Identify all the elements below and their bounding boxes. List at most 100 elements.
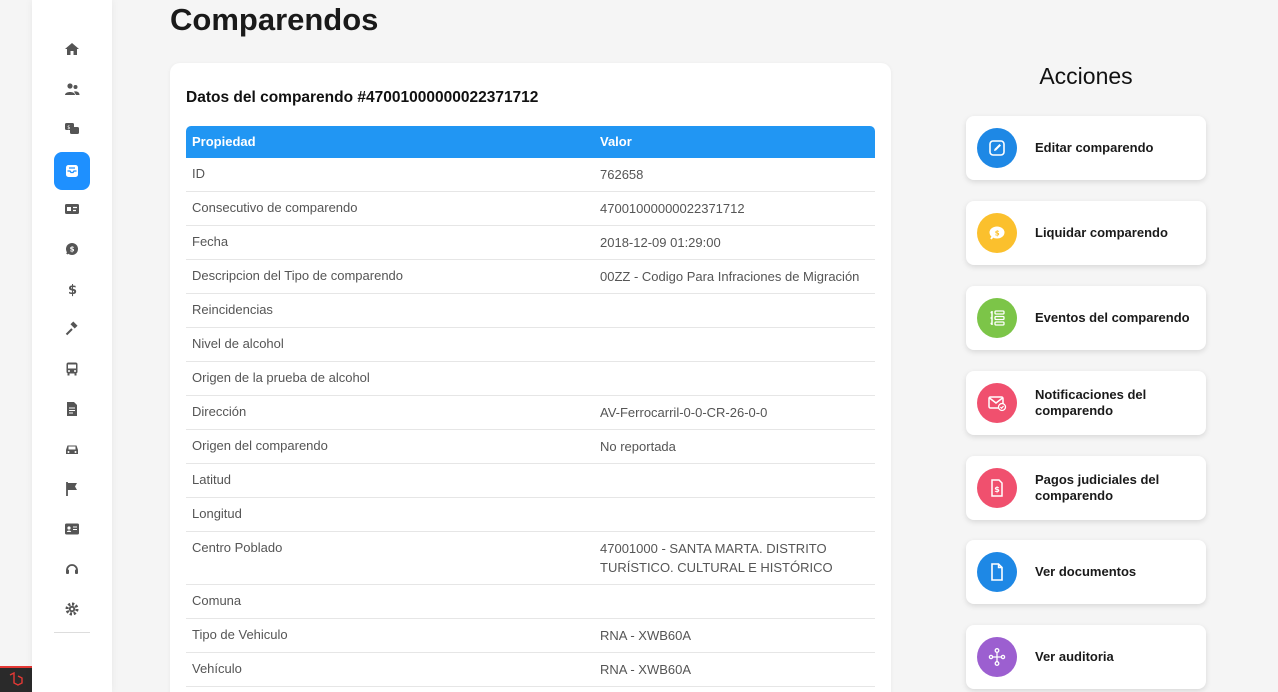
row-property: Comuna [192,593,242,608]
coin-bubble-icon: $ [66,243,78,255]
header-property: Propiedad [192,134,256,149]
row-property: Descripcion del Tipo de comparendo [192,268,404,283]
action-liquidar-comparendo-button[interactable]: $ Liquidar comparendo [966,201,1206,265]
flag-icon [66,482,77,496]
table-row: Descripcion del Tipo de comparendo 00ZZ -… [186,260,875,294]
row-value: 762658 [600,167,644,182]
table-header: Propiedad Valor [186,126,875,158]
sidebar-item-vehicles[interactable] [54,430,90,468]
table-row: Latitud ​ [186,464,875,498]
users-icon [65,83,80,95]
row-property: Dirección [192,404,247,419]
row-property: Nivel de alcohol [192,336,284,351]
app-logo [0,666,32,692]
action-label: Ver documentos [1035,564,1137,579]
bus-icon [66,362,78,376]
inbox-icon [66,165,78,177]
row-value: ​ [600,464,875,497]
card-title: Datos del comparendo #470010000000223717… [186,89,539,106]
row-value: RNA - XWB60A [600,628,692,643]
home-icon [65,43,79,55]
gavel-icon [65,321,78,336]
sidebar-item-settings[interactable] [54,590,90,628]
table-row: ID 762658 [186,158,875,192]
action-ver-auditoria-button[interactable]: Ver auditoria [966,625,1206,689]
action-eventos-del-comparendo-button[interactable]: Eventos del comparendo [966,286,1206,350]
license-icon [65,523,79,535]
sidebar-item-dollar[interactable]: $ [54,270,90,308]
sidebar-item-support[interactable] [54,550,90,588]
table-row: Clase de vehiculoMOTOCICLETA [186,687,875,692]
row-value: ​ [600,328,875,361]
row-value: 2018-12-09 01:29:00 [600,235,721,250]
sidebar-item-payments[interactable]: $ [54,230,90,268]
row-property: Centro Poblado [192,540,283,555]
row-property: Longitud [192,506,242,521]
sidebar-item-bus[interactable] [54,350,90,388]
row-value: 47001000000022371712 [600,201,745,216]
row-value: ​ [600,498,875,531]
sidebar-item-comparendos[interactable] [54,152,90,190]
action-notificaciones-del-comparendo-button[interactable]: Notificaciones del comparendo [966,371,1206,435]
car-icon [66,445,78,454]
row-value: AV-Ferrocarril-0-0-CR-26-0-0 [600,405,768,420]
row-property: Fecha [192,234,229,249]
row-value: 47001000 - SANTA MARTA. DISTRITO TURÍSTI… [600,541,833,575]
table-row: Vehículo RNA - XWB60A [186,653,875,687]
actions-title: Acciones [1039,63,1133,89]
action-pagos-judiciales-del-comparendo-button[interactable]: $ Pagos judiciales del comparendo [966,456,1206,520]
table-row: Longitud ​ [186,498,875,532]
gear-icon [65,602,79,616]
chat-icon: $ [65,123,79,134]
action-label: Notificaciones del comparendo [1035,387,1147,418]
table-row: Reincidencias ​ [186,294,875,328]
action-label: Editar comparendo [1035,140,1154,155]
edit-icon [977,128,1017,168]
row-value: 00ZZ - Codigo Para Infraciones de Migrac… [600,269,860,284]
svg-text:$: $ [67,125,70,131]
sidebar-item-chat[interactable]: $ [54,110,90,148]
row-value: ​ [600,585,875,618]
page-title: Comparendos [170,2,379,37]
invoice-icon: $ [977,468,1017,508]
action-editar-comparendo-button[interactable]: Editar comparendo [966,116,1206,180]
table-row: Nivel de alcohol ​ [186,328,875,362]
headset-icon [66,564,78,574]
sidebar-item-flag[interactable] [54,470,90,508]
table-row: Comuna ​ [186,585,875,619]
coin-bubble-icon: $ [977,213,1017,253]
dollar-icon: $ [68,283,77,297]
comparendo-details-card: Datos del comparendo #470010000000223717… [170,63,891,692]
row-property: Tipo de Vehiculo [192,627,288,642]
row-property: Origen del comparendo [192,438,328,453]
sidebar-item-documents[interactable] [54,390,90,428]
svg-text:$: $ [68,283,77,297]
details-table: Propiedad Valor ID 762658 Consecutivo de c… [186,126,875,692]
row-property: Vehículo [192,661,242,676]
row-value: No reportada [600,439,676,454]
row-value: ​ [600,294,875,327]
sidebar-item-home[interactable] [54,30,90,68]
row-property: ID [192,166,205,181]
sidebar-item-legal[interactable] [54,310,90,348]
row-value: RNA - XWB60A [600,662,692,677]
table-row: Centro Poblado 47001000 - SANTA MARTA. DI… [186,532,875,585]
row-property: Latitud [192,472,232,487]
file-icon [977,552,1017,592]
laravel-logo-icon [9,672,23,686]
row-property: Reincidencias [192,302,273,317]
document-icon [67,402,77,416]
table-row: Fecha 2018-12-09 01:29:00 [186,226,875,260]
svg-text:$: $ [70,246,75,254]
sidebar-item-id-card[interactable] [54,190,90,228]
sidebar-item-users[interactable] [54,70,90,108]
header-value: Valor [600,134,632,149]
sidebar-item-license[interactable] [54,510,90,548]
table-row: Tipo de Vehiculo RNA - XWB60A [186,619,875,653]
action-label: Ver auditoria [1035,649,1114,664]
action-ver-documentos-button[interactable]: Ver documentos [966,540,1206,604]
row-property: Origen de la prueba de alcohol [192,370,370,385]
action-label: Liquidar comparendo [1035,225,1168,240]
id-card-icon [65,204,79,214]
table-row: Origen de la prueba de alcohol ​ [186,362,875,396]
